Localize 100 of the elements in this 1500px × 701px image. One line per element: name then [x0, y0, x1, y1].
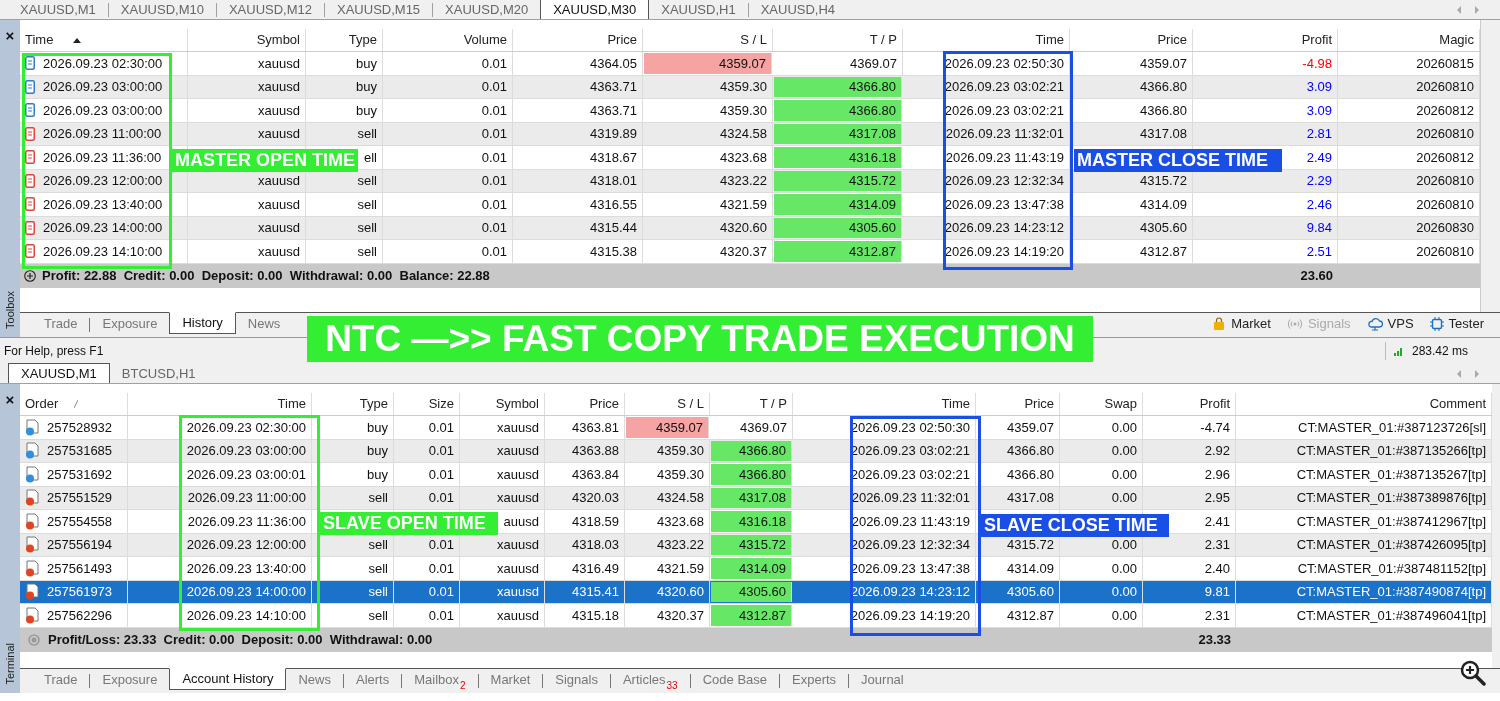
table-cell-text: 2026.09.23 03:00:00: [43, 101, 163, 120]
column-header[interactable]: Time: [277, 394, 306, 414]
table-cell: 4321.59: [643, 193, 773, 216]
table-cell: 4363.88: [545, 439, 625, 462]
panel-tab[interactable]: History: [169, 312, 236, 334]
chart-tab[interactable]: XAUUSD,H4: [748, 1, 848, 19]
table-cell: 2026.09.23 03:00:01: [128, 463, 312, 486]
column-header[interactable]: Type: [359, 394, 388, 414]
table-cell: 4318.03: [545, 533, 625, 556]
table-row[interactable]: 257562296 2026.09.23 14:10:00 sell 0.01 xauusd 4315.18 4320.37 4312.87 2026.09.23 14:19:20 4312.87 0.00 2.31 CT:MASTER_01:#387496041[tp]: [20, 604, 1492, 628]
column-header[interactable]: Volume: [463, 30, 507, 50]
chart-tab[interactable]: XAUUSD,M12: [216, 1, 324, 19]
take-profit-cell: 4314.09: [711, 558, 792, 579]
column-header[interactable]: Magic: [1439, 30, 1474, 50]
column-header[interactable]: Price: [1024, 394, 1054, 414]
panel-tab[interactable]: Trade: [32, 669, 90, 691]
chart-tab[interactable]: BTCUSD,H1: [109, 365, 208, 383]
panel-tab[interactable]: Exposure: [90, 313, 170, 335]
chart-tab[interactable]: XAUUSD,M1: [8, 363, 110, 383]
table-cell: 4319.89: [513, 122, 643, 145]
close-button[interactable]: ×: [5, 28, 15, 43]
table-cell-text: 2026.09.23 14:10:00: [43, 242, 163, 261]
table-cell: 4363.71: [513, 75, 643, 98]
table-row[interactable]: 2026.09.23 03:00:00 xauusd buy 0.01 4363.71 4359.30 4366.80 2026.09.23 03:02:21 4366.80 3.09 20260812: [20, 99, 1480, 123]
column-header[interactable]: Time: [25, 30, 54, 50]
table-row[interactable]: 257531685 2026.09.23 03:00:00 buy 0.01 xauusd 4363.88 4359.30 4366.80 2026.09.23 03:02:21 4366.80 0.00 2.92 CT:MASTER_01:#387135266[tp]: [20, 439, 1492, 463]
panel-tab[interactable]: Exposure: [90, 669, 170, 691]
summary-total: 23.60: [1299, 266, 1334, 285]
column-header[interactable]: T / P: [759, 394, 787, 414]
chart-tab[interactable]: XAUUSD,M15: [325, 1, 433, 19]
table-cell: 2026.09.23 03:02:21: [793, 463, 976, 486]
table-cell: 2026.09.23 14:00:00: [128, 580, 312, 603]
table-cell: -4.98: [1193, 52, 1338, 75]
column-header[interactable]: Size: [428, 394, 454, 414]
table-row[interactable]: 2026.09.23 11:00:00 xauusd sell 0.01 4319.89 4324.58 4317.08 2026.09.23 11:32:01 4317.08 2.81 20260810: [20, 122, 1480, 146]
column-header[interactable]: Time: [941, 394, 970, 414]
table-cell: 0.01: [383, 169, 513, 192]
take-profit-cell: 4366.80: [774, 100, 902, 121]
scroll-right-icon: [1474, 5, 1480, 14]
table-row[interactable]: 257551529 2026.09.23 11:00:00 sell 0.01 xauusd 4320.03 4324.58 4317.08 2026.09.23 11:32:01 4317.08 0.00 2.95 CT:MASTER_01:#387389876[tp]: [20, 486, 1492, 510]
chart-tab[interactable]: XAUUSD,M10: [108, 1, 216, 19]
expand-icon: [24, 269, 36, 282]
toolbar-button[interactable]: Market: [1212, 314, 1271, 334]
table-cell: buy: [312, 439, 394, 462]
table-cell: 4312.87: [976, 604, 1060, 627]
column-header[interactable]: Comment: [1429, 394, 1486, 414]
column-header[interactable]: S / L: [740, 30, 767, 50]
column-header[interactable]: Type: [348, 30, 377, 50]
table-row[interactable]: 257556194 2026.09.23 12:00:00 sell 0.01 xauusd 4318.03 4323.22 4315.72 2026.09.23 12:32:34 4315.72 0.00 2.31 CT:MASTER_01:#387426095[tp]: [20, 533, 1492, 557]
table-cell: 4324.58: [643, 122, 773, 145]
table-row[interactable]: 257531692 2026.09.23 03:00:01 buy 0.01 xauusd 4363.84 4359.30 4366.80 2026.09.23 03:02:21 4366.80 0.00 2.96 CT:MASTER_01:#387135267[tp]: [20, 463, 1492, 487]
column-header[interactable]: Profit: [1301, 30, 1332, 50]
column-header[interactable]: Price: [607, 30, 637, 50]
column-header[interactable]: Symbol: [256, 30, 300, 50]
panel-tab[interactable]: Market: [478, 669, 543, 691]
toolbar-button[interactable]: VPS: [1366, 314, 1414, 334]
close-button[interactable]: ×: [5, 392, 15, 407]
table-cell: 2026.09.23 11:43:19: [903, 146, 1070, 169]
chart-tab[interactable]: XAUUSD,M1: [8, 1, 108, 19]
table-cell: 2026.09.23 12:32:34: [793, 533, 976, 556]
column-header[interactable]: Profit: [1199, 394, 1230, 414]
column-header[interactable]: Swap: [1104, 394, 1137, 414]
table-row[interactable]: 2026.09.23 02:30:00 xauusd buy 0.01 4364.05 4359.07 4369.07 2026.09.23 02:50:30 4359.07 -4.98 20260815: [20, 52, 1480, 76]
chart-tab[interactable]: XAUUSD,M20: [433, 1, 541, 19]
table-cell: 4323.68: [643, 146, 773, 169]
panel-tab[interactable]: Alerts: [343, 669, 402, 691]
column-header[interactable]: Order: [25, 394, 59, 414]
panel-label: Terminal: [2, 643, 17, 685]
table-row[interactable]: 257561973 2026.09.23 14:00:00 sell 0.01 xauusd 4315.41 4320.60 4305.60 2026.09.23 14:23:12 4305.60 0.00 9.81 CT:MASTER_01:#387490874[tp]: [20, 580, 1492, 604]
table-cell: 4318.67: [513, 146, 643, 169]
panel-tab[interactable]: Trade: [32, 313, 90, 335]
panel-tab[interactable]: Journal: [849, 669, 916, 691]
chart-tab[interactable]: XAUUSD,H1: [649, 1, 748, 19]
panel-tab[interactable]: News: [286, 669, 343, 691]
column-header[interactable]: S / L: [677, 394, 704, 414]
table-cell: 0.01: [394, 580, 460, 603]
table-row[interactable]: 257528932 2026.09.23 02:30:00 buy 0.01 xauusd 4363.81 4359.07 4369.07 2026.09.23 02:50:30 4359.07 0.00 -4.74 CT:MASTER_01:#387123726[sl]: [20, 416, 1492, 440]
column-header[interactable]: Time: [1035, 30, 1064, 50]
panel-tab[interactable]: News: [235, 313, 293, 335]
table-row[interactable]: 2026.09.23 13:40:00 xauusd sell 0.01 4316.55 4321.59 4314.09 2026.09.23 13:47:38 4314.09 2.46 20260810: [20, 193, 1480, 217]
chart-tab[interactable]: XAUUSD,M30: [540, 0, 650, 19]
column-header[interactable]: Price: [1157, 30, 1187, 50]
table-row[interactable]: 2026.09.23 03:00:00 xauusd buy 0.01 4363.71 4359.30 4366.80 2026.09.23 03:02:21 4366.80 3.09 20260810: [20, 75, 1480, 99]
table-cell: sell: [312, 486, 394, 509]
zoom-icon: [1460, 660, 1486, 686]
column-header[interactable]: Symbol: [495, 394, 539, 414]
panel-tab[interactable]: Experts: [780, 669, 849, 691]
column-header[interactable]: T / P: [869, 30, 897, 50]
table-row[interactable]: 257561493 2026.09.23 13:40:00 sell 0.01 xauusd 4316.49 4321.59 4314.09 2026.09.23 13:47:38 4314.09 0.00 2.40 CT:MASTER_01:#387481152[tp]: [20, 557, 1492, 581]
take-profit-cell: 4316.18: [711, 511, 792, 532]
toolbar-button[interactable]: Tester: [1429, 314, 1484, 334]
panel-tab[interactable]: Code Base: [690, 669, 779, 691]
scroll-left-icon: [1456, 5, 1462, 14]
table-row[interactable]: 2026.09.23 14:00:00 xauusd sell 0.01 4315.44 4320.60 4305.60 2026.09.23 14:23:12 4305.60 9.84 20260830: [20, 216, 1480, 240]
panel-tab[interactable]: Account History: [169, 668, 287, 690]
table-cell: 4317.08: [976, 486, 1060, 509]
column-header[interactable]: Price: [589, 394, 619, 414]
table-row[interactable]: 2026.09.23 14:10:00 xauusd sell 0.01 4315.38 4320.37 4312.87 2026.09.23 14:19:20 4312.87 2.51 20260810: [20, 240, 1480, 264]
panel-tab[interactable]: Signals: [543, 669, 610, 691]
table-cell: 4366.80: [976, 439, 1060, 462]
